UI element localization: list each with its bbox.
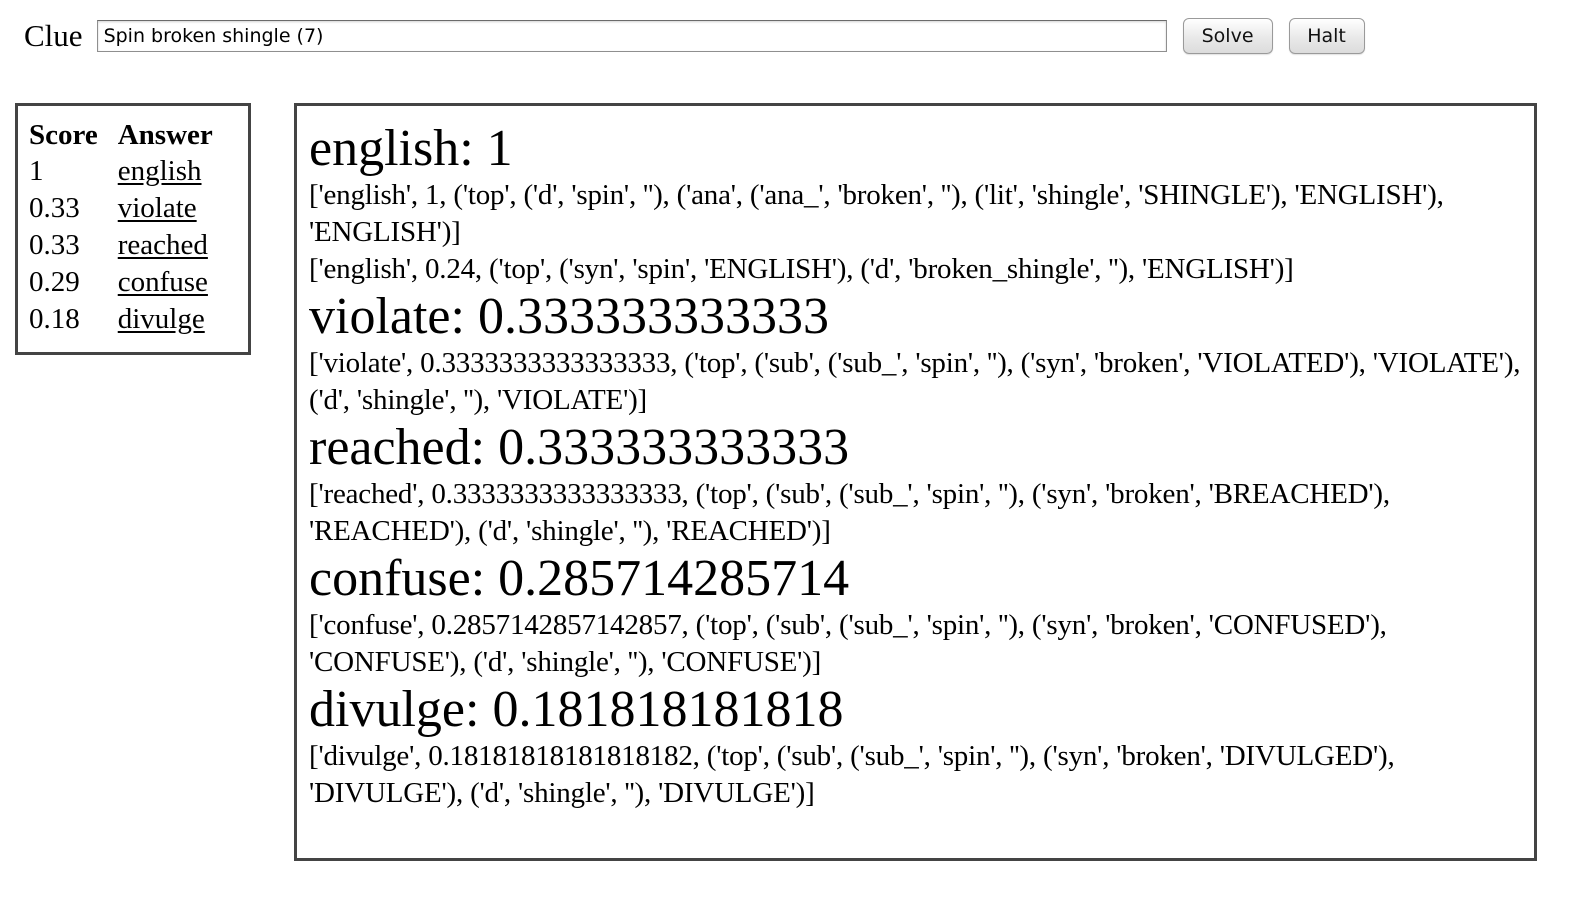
result-derivation: ['reached', 0.3333333333333333, ('top', … xyxy=(309,478,1390,547)
result-score: 1 xyxy=(486,120,513,177)
result-derivation: ['english', 1, ('top', ('d', 'spin', '')… xyxy=(309,179,1444,248)
score-column-header: Score xyxy=(29,119,98,151)
halt-button[interactable]: Halt xyxy=(1288,18,1365,54)
answer-cell: violate xyxy=(118,190,213,227)
table-row: 1 english xyxy=(29,153,213,190)
result-answer: english xyxy=(309,120,460,177)
result-violate: violate: 0.333333333333 ['violate', 0.33… xyxy=(309,288,1522,419)
score-table-panel: Score Answer 1 english 0.33 violate 0.33… xyxy=(15,103,251,355)
answer-cell: english xyxy=(118,153,213,190)
result-answer: reached xyxy=(309,419,471,476)
answer-link-confuse[interactable]: confuse xyxy=(118,266,208,298)
result-derivation: ['confuse', 0.2857142857142857, ('top', … xyxy=(309,609,1387,678)
score-cell: 1 xyxy=(29,155,44,187)
answer-link-divulge[interactable]: divulge xyxy=(118,303,205,335)
solve-button[interactable]: Solve xyxy=(1182,18,1273,54)
result-answer: confuse xyxy=(309,550,471,607)
answer-column-header: Answer xyxy=(117,119,213,151)
score-cell: 0.18 xyxy=(29,303,80,335)
result-divulge: divulge: 0.181818181818 ['divulge', 0.18… xyxy=(309,681,1522,812)
answer-cell: confuse xyxy=(118,264,213,301)
result-score: 0.333333333333 xyxy=(477,288,829,345)
answer-link-reached[interactable]: reached xyxy=(118,229,208,261)
table-row: 0.18 divulge xyxy=(29,301,213,338)
solver-page: Clue Solve Halt Score Answer 1 english 0… xyxy=(0,0,1581,910)
result-score: 0.181818181818 xyxy=(492,681,844,738)
clue-form: Clue Solve Halt xyxy=(24,14,1381,58)
score-table: Score Answer 1 english 0.33 violate 0.33… xyxy=(29,118,213,338)
score-table-header-row: Score Answer xyxy=(29,118,213,153)
result-score: 0.333333333333 xyxy=(498,419,850,476)
results-panel: english: 1 ['english', 1, ('top', ('d', … xyxy=(294,103,1537,861)
answer-link-violate[interactable]: violate xyxy=(118,192,197,224)
result-derivation: ['divulge', 0.18181818181818182, ('top',… xyxy=(309,740,1395,809)
answer-cell: divulge xyxy=(118,301,213,338)
result-answer: divulge xyxy=(309,681,465,738)
clue-input[interactable] xyxy=(96,20,1167,52)
result-confuse: confuse: 0.285714285714 ['confuse', 0.28… xyxy=(309,550,1522,681)
result-derivation: ['violate', 0.3333333333333333, ('top', … xyxy=(309,347,1521,416)
table-row: 0.33 reached xyxy=(29,227,213,264)
result-heading: divulge: 0.181818181818 xyxy=(309,681,844,738)
result-score: 0.285714285714 xyxy=(498,550,850,607)
result-heading: violate: 0.333333333333 xyxy=(309,288,829,345)
table-row: 0.33 violate xyxy=(29,190,213,227)
clue-label: Clue xyxy=(24,18,83,53)
result-reached: reached: 0.333333333333 ['reached', 0.33… xyxy=(309,419,1522,550)
result-english: english: 1 ['english', 1, ('top', ('d', … xyxy=(309,120,1522,288)
score-cell: 0.29 xyxy=(29,266,80,298)
answer-link-english[interactable]: english xyxy=(118,155,202,187)
result-heading: reached: 0.333333333333 xyxy=(309,419,850,476)
answer-cell: reached xyxy=(118,227,213,264)
result-derivation: ['english', 0.24, ('top', ('syn', 'spin'… xyxy=(309,253,1294,285)
result-answer: violate xyxy=(309,288,451,345)
score-cell: 0.33 xyxy=(29,192,80,224)
table-row: 0.29 confuse xyxy=(29,264,213,301)
result-heading: english: 1 xyxy=(309,120,513,177)
result-heading: confuse: 0.285714285714 xyxy=(309,550,850,607)
score-cell: 0.33 xyxy=(29,229,80,261)
